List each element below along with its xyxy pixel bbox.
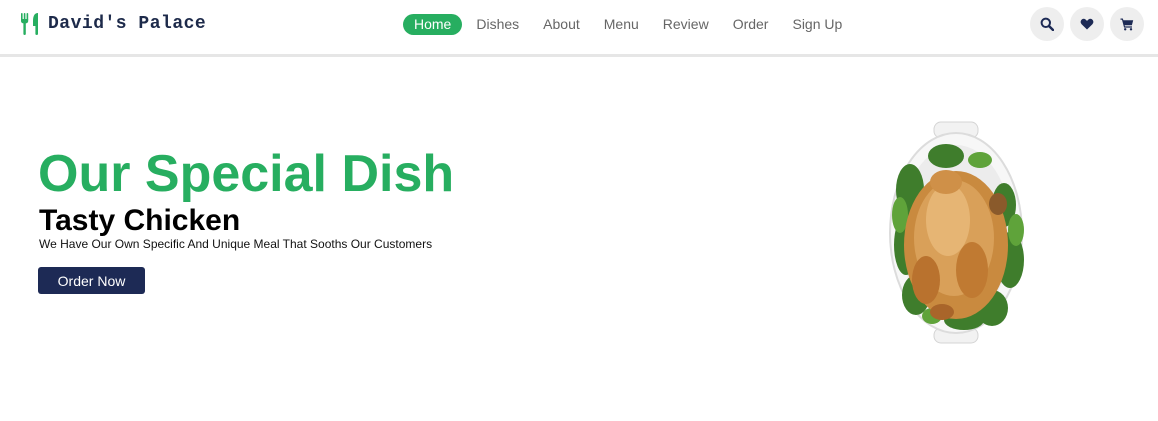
- logo[interactable]: David's Palace: [20, 13, 206, 35]
- nav-menu[interactable]: Menu: [604, 14, 639, 35]
- hero-subtitle: Tasty Chicken: [39, 204, 241, 237]
- cart-icon: [1120, 18, 1134, 31]
- nav-about[interactable]: About: [543, 14, 580, 35]
- hero-title: Our Special Dish: [38, 145, 455, 203]
- utensils-icon: [21, 13, 38, 35]
- order-now-button[interactable]: Order Now: [38, 267, 145, 294]
- nav-sign-up[interactable]: Sign Up: [792, 14, 842, 35]
- header-icons: [1024, 7, 1144, 41]
- main-nav: Home Dishes About Menu Review Order Sign…: [403, 14, 866, 35]
- nav-dishes[interactable]: Dishes: [476, 14, 519, 35]
- roast-chicken-image: [889, 121, 1024, 344]
- nav-review[interactable]: Review: [663, 14, 709, 35]
- hero-description: We Have Our Own Specific And Unique Meal…: [39, 237, 433, 251]
- nav-home[interactable]: Home: [403, 14, 463, 35]
- search-icon: [1040, 17, 1054, 31]
- wishlist-button[interactable]: [1070, 7, 1104, 41]
- brand-name: David's Palace: [48, 14, 207, 34]
- header: David's Palace Home Dishes About Menu Re…: [0, 0, 1158, 57]
- search-button[interactable]: [1030, 7, 1064, 41]
- heart-icon: [1080, 18, 1094, 30]
- nav-order[interactable]: Order: [733, 14, 769, 35]
- cart-button[interactable]: [1110, 7, 1144, 41]
